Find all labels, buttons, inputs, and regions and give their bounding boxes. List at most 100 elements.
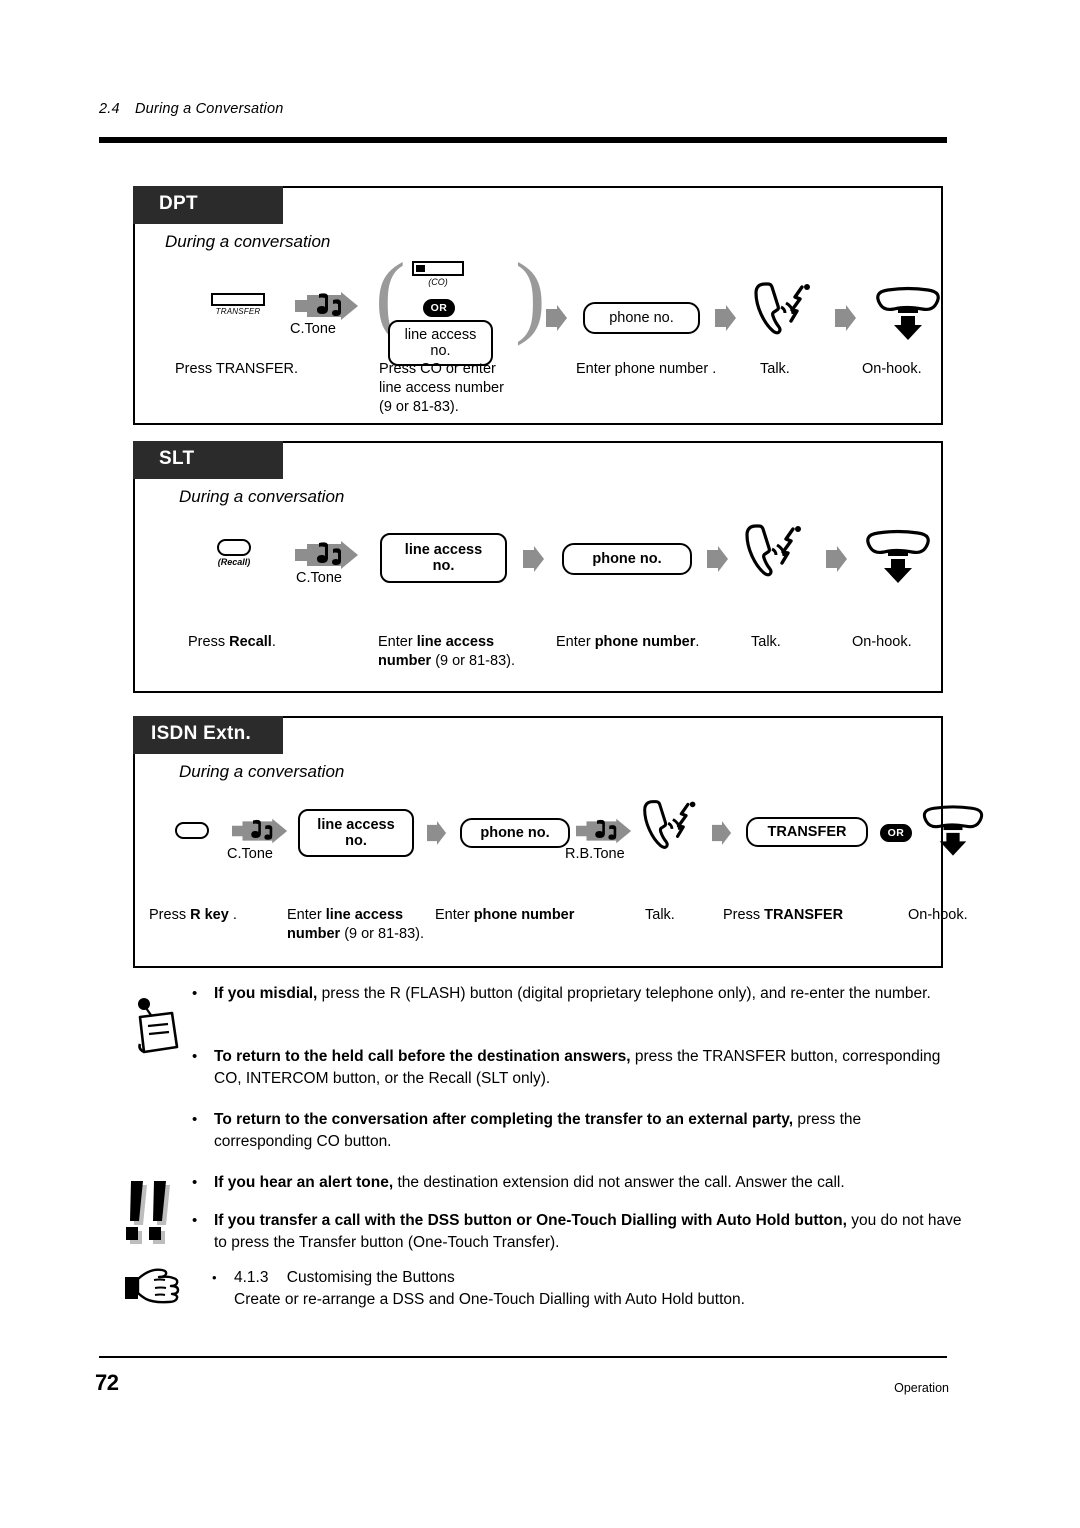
note-bullet: •: [212, 1270, 217, 1285]
caption-line-access-slt-bold: line access: [416, 634, 495, 650]
note-item-misdial: If you misdial, press the R (FLASH) butt…: [214, 983, 954, 1005]
flow-arrow-icon: [715, 305, 736, 331]
note-misdial-rest: press the R (FLASH) button (digital prop…: [317, 985, 931, 1002]
note-bullet: •: [192, 1212, 198, 1229]
caption-talk-slt: Talk.: [751, 634, 781, 650]
section-tab-dpt: DPT: [133, 186, 283, 224]
reference-number: 4.1.3: [234, 1269, 269, 1286]
talk-icon: [643, 800, 696, 849]
pill-line-access-no-dpt-text: line access no.: [404, 326, 477, 359]
tone-label-rbtone-isdn: R.B.Tone: [565, 846, 625, 862]
flow-arrow-icon: [835, 305, 856, 331]
pointing-hand-icon: [121, 1263, 187, 1314]
caption-line-access-isdn-pre: Enter: [287, 907, 326, 923]
tone-arrow-icon: [576, 818, 632, 844]
reference-rest: Create or re-arrange a DSS and One-Touch…: [234, 1291, 745, 1308]
section-subtitle-dpt: During a conversation: [165, 232, 331, 251]
footer-label: Operation: [894, 1381, 949, 1395]
caption-r-key-pre: Press: [149, 907, 191, 923]
note-bullet: •: [192, 1048, 198, 1065]
caption-press-recall-post: .: [271, 634, 276, 650]
tone-arrow-icon: [295, 292, 358, 320]
step-press-r-key: [175, 822, 209, 839]
caption-r-key-post: .: [228, 907, 237, 923]
caption-enter-line-access-slt: Enter line access number (9 or 81-83).: [378, 633, 558, 671]
step-on-hook-dpt: [870, 286, 946, 347]
note-item-return-held-call: To return to the held call before the de…: [214, 1046, 959, 1090]
transfer-key-label: TRANSFER: [215, 307, 261, 316]
caption-press-recall-bold: Recall: [229, 634, 272, 650]
caption-phone-slt-post: .: [695, 634, 700, 650]
pill-phone-no-isdn-text: phone no.: [480, 824, 550, 841]
caption-talk-isdn: Talk.: [645, 907, 675, 923]
caption-press-co: Press CO or enter line access number (9 …: [379, 360, 554, 417]
pill-transfer-isdn: TRANSFER: [746, 817, 868, 847]
on-hook-icon: [866, 529, 930, 583]
note-return-conv-bold: To return to the conversation after comp…: [214, 1111, 794, 1128]
note-alert-tone-rest: the destination extension did not answer…: [393, 1174, 845, 1191]
caption-on-hook-isdn: On-hook.: [908, 907, 968, 923]
note-misdial-bold: If you misdial,: [214, 985, 318, 1002]
group-paren-right: ): [515, 244, 546, 346]
note-item-reference: 4.1.3 Customising the Buttons Create or …: [234, 1267, 964, 1311]
note-alert-tone-bold: If you hear an alert tone,: [214, 1174, 394, 1191]
section-tab-slt: SLT: [133, 441, 283, 479]
step-press-recall: (Recall): [217, 539, 251, 567]
pill-line-access-no-slt-text: line access no.: [404, 541, 483, 574]
section-subtitle-slt: During a conversation: [179, 487, 345, 506]
caption-line-access-isdn-bold: line access: [325, 907, 404, 923]
caution-icon: [121, 1175, 187, 1260]
caption-press-r-key: Press R key .: [149, 906, 237, 925]
note-item-alert-tone: If you hear an alert tone, the destinati…: [214, 1172, 964, 1194]
on-hook-icon: [922, 805, 984, 856]
note-bullet: •: [192, 1174, 198, 1191]
page-header: 2.4 During a Conversation: [99, 101, 949, 117]
header-rule: [99, 137, 947, 143]
flow-arrow-icon: [546, 305, 567, 331]
note-held-call-bold: To return to the held call before the de…: [214, 1048, 631, 1065]
pill-phone-no-dpt-text: phone no.: [609, 309, 674, 326]
talk-icon: [754, 282, 810, 335]
flow-arrow-icon: [826, 546, 847, 572]
caption-press-recall-pre: Press: [188, 634, 230, 650]
header-section-number: 2.4: [99, 101, 120, 117]
tone-label-ctone-slt: C.Tone: [296, 570, 342, 586]
step-talk-dpt: [751, 281, 817, 344]
note-bullet: •: [192, 985, 198, 1002]
caption-line-access-slt-l2post: (9 or 81-83).: [431, 653, 515, 670]
caption-on-hook-slt: On-hook.: [852, 634, 912, 650]
pill-transfer-isdn-text: TRANSFER: [767, 823, 847, 840]
caption-press-recall: Press Recall.: [188, 633, 276, 652]
caption-transfer-isdn-bold: TRANSFER: [764, 907, 844, 923]
note-pin-icon: [127, 995, 187, 1062]
tone-arrow-icon: [232, 818, 288, 844]
caption-enter-phone-number-slt: Enter phone number.: [556, 633, 699, 652]
footer-page-number: 72: [95, 1370, 119, 1395]
flow-arrow-icon: [427, 821, 447, 845]
pill-phone-no-slt: phone no.: [562, 543, 692, 575]
talk-icon: [745, 524, 801, 577]
caption-transfer-isdn-pre: Press: [723, 907, 765, 923]
caption-phone-slt-bold: phone number: [594, 634, 696, 650]
caption-line-access-slt-pre: Enter: [378, 634, 417, 650]
caption-press-co-l2: line access number: [379, 380, 504, 397]
co-key-icon: [412, 261, 464, 276]
tone-label-ctone-isdn: C.Tone: [227, 846, 273, 862]
caption-phone-isdn-bold: phone number: [473, 907, 575, 923]
flow-arrow-icon: [523, 546, 544, 572]
pill-phone-no-slt-text: phone no.: [592, 550, 662, 567]
caption-enter-phone-number-isdn: Enter phone number: [435, 906, 574, 925]
tone-arrow-icon: [295, 541, 358, 569]
pill-phone-no-isdn: phone no.: [460, 818, 570, 848]
caption-press-co-l1: Press CO or enter: [379, 361, 496, 377]
recall-key-label: (Recall): [217, 557, 251, 567]
caption-r-key-bold: R key: [190, 907, 229, 923]
section-isdn-extn: ISDN Extn. During a conversation Press R…: [133, 716, 984, 968]
note-item-return-conversation: To return to the conversation after comp…: [214, 1109, 959, 1153]
caption-enter-phone-number-dpt: Enter phone number .: [576, 361, 717, 377]
recall-key-icon: [217, 539, 251, 556]
step-press-transfer: TRANSFER: [211, 293, 265, 316]
note-dss-bold: If you transfer a call with the DSS butt…: [214, 1212, 847, 1229]
section-tab-isdn: ISDN Extn.: [133, 716, 283, 754]
caption-talk-dpt: Talk.: [760, 361, 790, 377]
